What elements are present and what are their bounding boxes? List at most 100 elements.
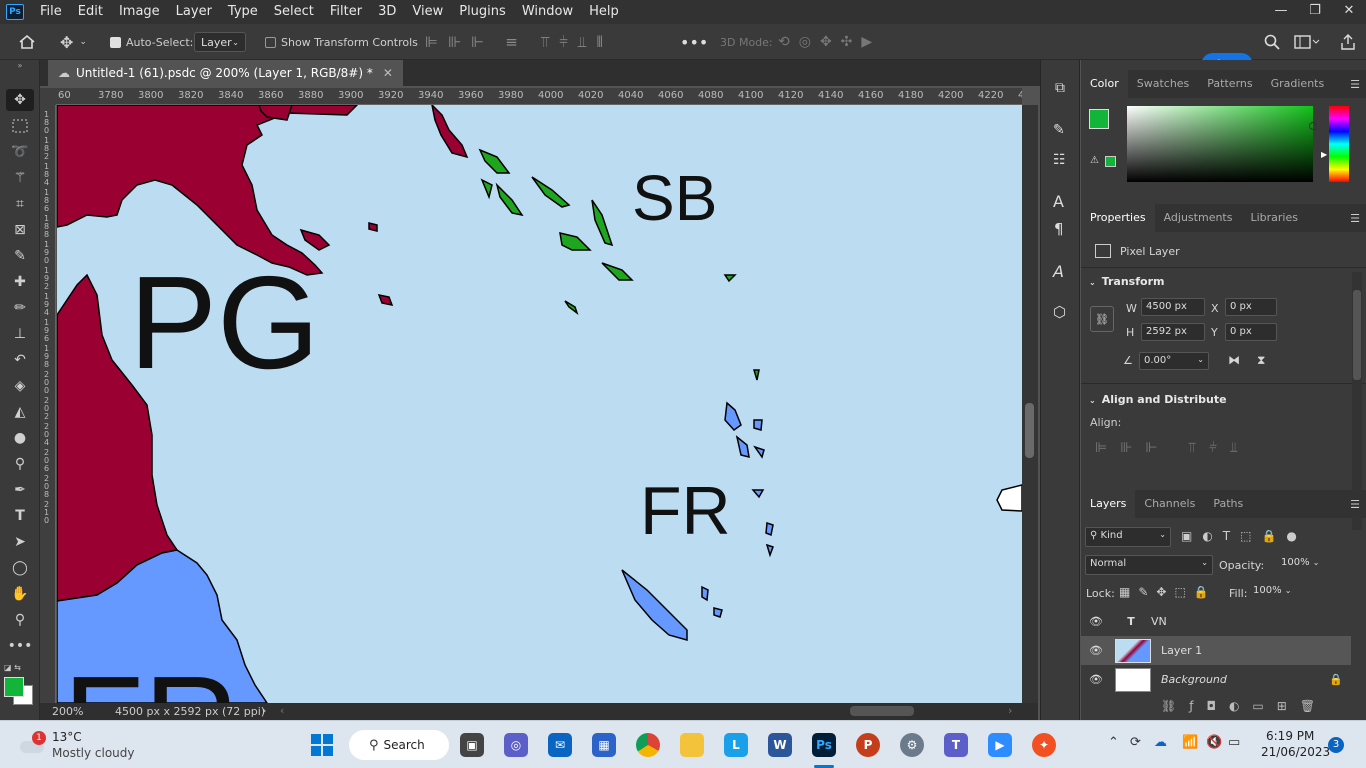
show-transform-checkbox[interactable]: Show Transform Controls — [265, 24, 418, 60]
chrome-icon[interactable] — [636, 733, 660, 757]
layer-actions-icons[interactable]: ⛓ƒ◘◐▭⊞🗑 — [1161, 699, 1328, 713]
visibility-eye-icon[interactable]: 👁 — [1081, 644, 1111, 657]
volume-icon[interactable]: 🔇 — [1206, 735, 1222, 750]
menu-view[interactable]: View — [404, 0, 451, 24]
tab-adjustments[interactable]: Adjustments — [1155, 204, 1242, 232]
lock-icons[interactable]: ▦✎✥⬚🔒 — [1119, 585, 1217, 599]
clock-date[interactable]: 21/06/2023 — [1261, 745, 1330, 759]
onedrive-icon[interactable]: ☁ — [1154, 735, 1167, 750]
align-icons[interactable]: ⊫⊪⊩ ⫪⫩⫫ — [1095, 440, 1251, 456]
opacity-field[interactable]: 100% ⌄ — [1277, 555, 1327, 575]
panel-menu-icon[interactable]: ☰ — [1350, 78, 1360, 91]
launcher-l-icon[interactable]: L — [724, 733, 748, 757]
distribute-v-icon[interactable]: ⦀ — [596, 33, 603, 51]
panel-menu-icon[interactable]: ☰ — [1350, 212, 1360, 225]
history-brush-icon[interactable]: ↶ — [6, 349, 34, 371]
tab-paths[interactable]: Paths — [1204, 490, 1252, 518]
swap-colors-icon[interactable]: ◪ ⇆ — [4, 663, 21, 672]
panel-menu-icon[interactable]: ☰ — [1350, 498, 1360, 511]
powerpoint-icon[interactable]: P — [856, 733, 880, 757]
flip-vertical-icon[interactable]: ⧗ — [1257, 353, 1265, 368]
link-dimensions-icon[interactable]: ⛓ — [1090, 306, 1114, 332]
hand-tool-icon[interactable]: ✋ — [6, 583, 34, 605]
path-selection-icon[interactable]: ➤ — [6, 531, 34, 553]
menu-help[interactable]: Help — [581, 0, 627, 24]
auto-select-checkbox[interactable]: Auto-Select: — [110, 24, 193, 60]
frame-tool-icon[interactable]: ⊠ — [6, 219, 34, 241]
workspace-icon[interactable] — [1294, 24, 1320, 60]
word-icon[interactable]: W — [768, 733, 792, 757]
tab-properties[interactable]: Properties — [1081, 204, 1155, 232]
hue-slider[interactable] — [1329, 106, 1349, 182]
search-box[interactable]: ⚲ Search — [349, 730, 449, 760]
color-picker-marker[interactable] — [1309, 122, 1317, 130]
menu-type[interactable]: Type — [220, 0, 266, 24]
tab-gradients[interactable]: Gradients — [1262, 70, 1334, 98]
close-button[interactable]: ✕ — [1332, 0, 1366, 24]
blend-mode-dropdown[interactable]: Normal ⌄ — [1085, 555, 1213, 575]
notification-badge[interactable]: 3 — [1328, 737, 1344, 753]
align-bottom-icon[interactable]: ⫫ — [578, 33, 586, 51]
color-field[interactable] — [1127, 106, 1317, 182]
teams-icon[interactable]: T — [944, 733, 968, 757]
dodge-tool-icon[interactable]: ⚲ — [6, 453, 34, 475]
align-right-icon[interactable]: ⊩ — [471, 33, 484, 51]
color-fg-swatch[interactable] — [1089, 109, 1109, 129]
zoom-app-icon[interactable]: ▶ — [988, 733, 1012, 757]
type-tool-icon[interactable]: T — [6, 505, 34, 527]
home-icon[interactable] — [18, 24, 36, 60]
move-tool-icon[interactable]: ✥ — [6, 89, 34, 111]
web-safe-swatch[interactable] — [1105, 156, 1116, 167]
auto-select-target-dropdown[interactable]: Layer ⌄ — [194, 24, 246, 60]
align-top-icon[interactable]: ⫪ — [541, 33, 549, 51]
more-tools-icon[interactable]: ••• — [6, 635, 34, 657]
ellipse-tool-icon[interactable]: ◯ — [6, 557, 34, 579]
status-expand-icon[interactable]: › — [262, 704, 266, 717]
3d-icon[interactable]: ⬡ — [1053, 303, 1066, 321]
collapse-icon[interactable]: » — [6, 60, 34, 70]
menu-layer[interactable]: Layer — [168, 0, 220, 24]
visibility-eye-icon[interactable]: 👁 — [1081, 673, 1111, 686]
menu-image[interactable]: Image — [111, 0, 168, 24]
task-view-icon[interactable]: ▣ — [460, 733, 484, 757]
start-icon[interactable] — [311, 734, 333, 759]
width-field[interactable]: 4500 px — [1141, 298, 1205, 316]
brush-settings-icon[interactable]: ✎ — [1053, 122, 1065, 138]
tab-color[interactable]: Color — [1081, 70, 1128, 98]
weather-icon[interactable]: 1 — [18, 731, 46, 755]
align-middle-icon[interactable]: ⫩ — [559, 33, 568, 51]
restore-button[interactable]: ❐ — [1298, 0, 1332, 24]
flip-horizontal-icon[interactable]: ⧓ — [1228, 353, 1240, 367]
magic-wand-icon[interactable]: ⚚ — [6, 167, 34, 189]
character-icon[interactable]: A — [1053, 192, 1064, 211]
tab-patterns[interactable]: Patterns — [1198, 70, 1261, 98]
hue-slider-handle[interactable]: ▶ — [1321, 150, 1327, 159]
wifi-icon[interactable]: 📶 — [1182, 735, 1198, 750]
transform-section-header[interactable]: ⌄ Transform — [1089, 275, 1164, 288]
align-buttons[interactable]: ⊫ ⊪ ⊩ ≡ ⫪ ⫩ ⫫ ⦀ — [420, 24, 608, 60]
blur-tool-icon[interactable]: ● — [6, 427, 34, 449]
distribute-icon[interactable]: ≡ — [505, 33, 518, 51]
layer-row-vn[interactable]: 👁 T VN — [1081, 607, 1351, 636]
layer-filter-icons[interactable]: ▣◐T⬚🔒● — [1181, 529, 1307, 543]
menu-plugins[interactable]: Plugins — [451, 0, 514, 24]
menu-filter[interactable]: Filter — [322, 0, 370, 24]
close-tab-icon[interactable]: ✕ — [383, 66, 393, 80]
office-app-icon[interactable]: ✦ — [1032, 733, 1056, 757]
brush-tool-icon[interactable]: ✏ — [6, 297, 34, 319]
scroll-thumb[interactable] — [1025, 403, 1034, 458]
pen-tool-icon[interactable]: ✒ — [6, 479, 34, 501]
align-section-header[interactable]: ⌄ Align and Distribute — [1089, 393, 1227, 406]
visibility-eye-icon[interactable]: 👁 — [1081, 615, 1111, 628]
layer-filter-dropdown[interactable]: ⚲ Kind ⌄ — [1085, 527, 1171, 547]
menu-file[interactable]: File — [32, 0, 70, 24]
menu-3d[interactable]: 3D — [370, 0, 404, 24]
sync-icon[interactable]: ⟳ — [1130, 735, 1141, 750]
height-field[interactable]: 2592 px — [1141, 323, 1205, 341]
move-tool-icon[interactable]: ✥ ⌄ — [60, 24, 87, 60]
share-doc-icon[interactable] — [1340, 24, 1356, 60]
angle-field[interactable]: 0.00° ⌄ — [1139, 352, 1209, 370]
tray-chevron-icon[interactable]: ⌃ — [1108, 735, 1119, 750]
eraser-icon[interactable]: ◈ — [6, 375, 34, 397]
minimize-button[interactable]: — — [1264, 0, 1298, 24]
